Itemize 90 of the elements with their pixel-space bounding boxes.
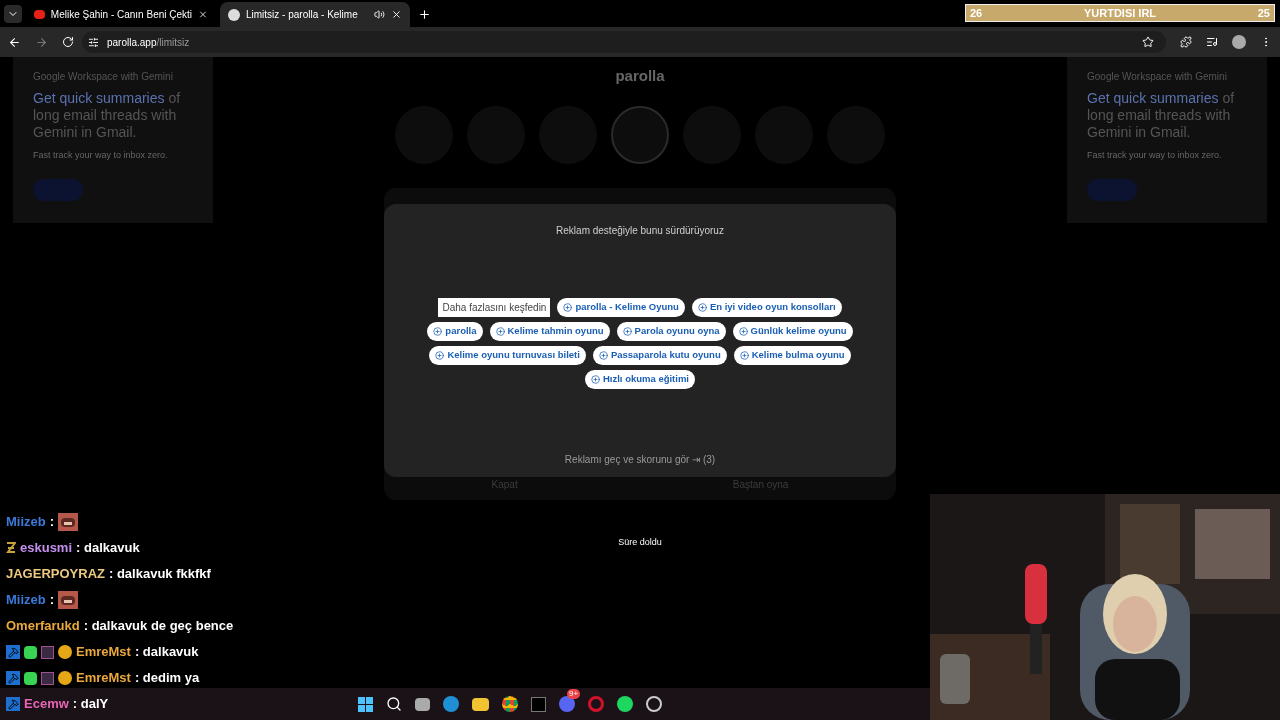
search-chip[interactable]: parolla - Kelime Oyunu	[557, 298, 685, 317]
dialog-title: Reklam desteğiyle bunu sürdürüyoruz	[556, 224, 724, 238]
chat-username: EmreMst	[76, 669, 131, 688]
ad-headline: Get quick summaries of long email threads with Gemini in Gmail.	[33, 90, 182, 141]
close-icon[interactable]	[391, 9, 402, 20]
plus-icon	[622, 327, 632, 336]
task-view-icon[interactable]	[415, 697, 430, 711]
tab-title: Limitsiz - parolla - Kelime	[246, 8, 359, 22]
chat-message: : dalkavuk fkkfkf	[108, 565, 211, 584]
url-text: parolla.app/limitsiz	[107, 35, 190, 50]
explore-label: Daha fazlasını keşfedin	[438, 298, 551, 317]
x-app-icon[interactable]	[531, 696, 546, 712]
ad-brand: Google Workspace with Gemini	[1087, 70, 1228, 84]
bookmark-icon[interactable]	[1142, 36, 1154, 48]
search-chip[interactable]: Hızlı okuma eğitimi	[584, 370, 695, 389]
coin-badge-icon	[58, 671, 72, 685]
forward-icon[interactable]	[35, 35, 48, 49]
plus-icon	[739, 351, 749, 360]
chat-message: : dalkavuk de geç bence	[83, 617, 234, 636]
new-tab-icon[interactable]	[418, 8, 431, 21]
folder-icon[interactable]	[472, 697, 489, 711]
browser-tab[interactable]: Limitsiz - parolla - Kelime	[220, 2, 410, 27]
search-chip[interactable]: Günlük kelime oyunu	[732, 322, 853, 341]
search-chip[interactable]: Kelime bulma oyunu	[733, 346, 851, 365]
shield-badge-icon	[41, 645, 54, 659]
plus-icon	[563, 303, 573, 312]
search-icon[interactable]	[386, 696, 402, 712]
chat-message: :	[49, 591, 55, 610]
skip-ad-link[interactable]: Reklamı geç ve skorunu gör ⇥ (3)	[564, 452, 716, 467]
z-badge-icon	[6, 542, 16, 554]
banner-right-count: 25	[1257, 5, 1270, 21]
status-text: Süre doldu	[618, 535, 662, 549]
back-icon[interactable]	[8, 35, 21, 49]
search-chip[interactable]: Passaparola kutu oyunu	[592, 346, 727, 365]
plus-icon	[590, 375, 600, 384]
chat-username: Ecemw	[24, 695, 69, 714]
search-chip[interactable]: parolla	[427, 322, 483, 341]
hammer-badge-icon	[6, 671, 20, 685]
extensions-icon[interactable]	[1180, 36, 1192, 48]
site-logo: parolla	[615, 66, 665, 86]
ad-subtitle: Fast track your way to inbox zero.	[1087, 149, 1223, 162]
plus-icon	[697, 303, 707, 312]
music-app-icon[interactable]	[617, 696, 633, 712]
chat-username: Miizeb	[6, 513, 46, 532]
hammer-badge-icon	[6, 697, 20, 711]
site-info-icon[interactable]	[88, 36, 99, 48]
tab-title: Melike Şahin - Canın Beni Çekti	[50, 8, 193, 22]
reload-icon[interactable]	[62, 36, 74, 48]
chat-username: eskusmi	[20, 539, 73, 558]
speaker-icon[interactable]	[374, 9, 385, 20]
tab-list-button[interactable]	[4, 5, 22, 23]
site-icon	[228, 8, 240, 21]
banner-left-count: 26	[970, 5, 983, 21]
browser-tab[interactable]: Melike Şahin - Canın Beni Çekti	[26, 2, 216, 27]
ad-subtitle: Fast track your way to inbox zero.	[33, 149, 169, 162]
plus-icon	[433, 327, 443, 336]
chat-message: : dalkavuk	[134, 643, 199, 662]
notification-badge: 9+	[567, 689, 581, 699]
plus-icon	[495, 327, 505, 336]
search-chip[interactable]: Kelime tahmin oyunu	[489, 322, 610, 341]
plus-icon	[738, 327, 748, 336]
chat-message: : dalY	[72, 695, 109, 714]
chat-username: Omerfarukd	[6, 617, 80, 636]
address-field[interactable]: parolla.app/limitsiz	[82, 31, 1166, 53]
chat-username: JAGERPOYRAZ	[6, 565, 105, 584]
banner-title: YURTDISI IRL	[1083, 5, 1157, 21]
chat-message: : dedim ya	[134, 669, 200, 688]
search-chip[interactable]: Kelime oyunu turnuvası bileti	[429, 346, 586, 365]
start-icon[interactable]	[358, 696, 373, 712]
chat-message: : dalkavuk	[76, 539, 140, 558]
ad-brand: Google Workspace with Gemini	[33, 70, 174, 84]
video-site-icon	[34, 10, 45, 19]
shield-badge-icon	[41, 671, 54, 685]
chat-app-icon[interactable]	[559, 696, 575, 712]
coin-badge-icon	[58, 645, 72, 659]
search-chip[interactable]: En iyi video oyun konsolları	[691, 298, 842, 317]
hammer-badge-icon	[6, 645, 20, 659]
recorder-icon[interactable]	[646, 696, 662, 712]
profile-avatar[interactable]	[1232, 35, 1246, 49]
chat-message: :	[49, 513, 55, 532]
plus-icon	[435, 351, 445, 360]
browser-icon[interactable]	[443, 696, 459, 712]
search-chip[interactable]: Parola oyunu oyna	[616, 322, 726, 341]
cube-badge-icon	[24, 671, 37, 685]
chat-username: Miizeb	[6, 591, 46, 610]
chat-username: EmreMst	[76, 643, 131, 662]
plus-icon	[598, 351, 608, 360]
media-icon[interactable]	[1206, 36, 1218, 48]
ad-headline: Get quick summaries of long email threads with Gemini in Gmail.	[1087, 90, 1236, 141]
cube-badge-icon	[24, 645, 37, 659]
